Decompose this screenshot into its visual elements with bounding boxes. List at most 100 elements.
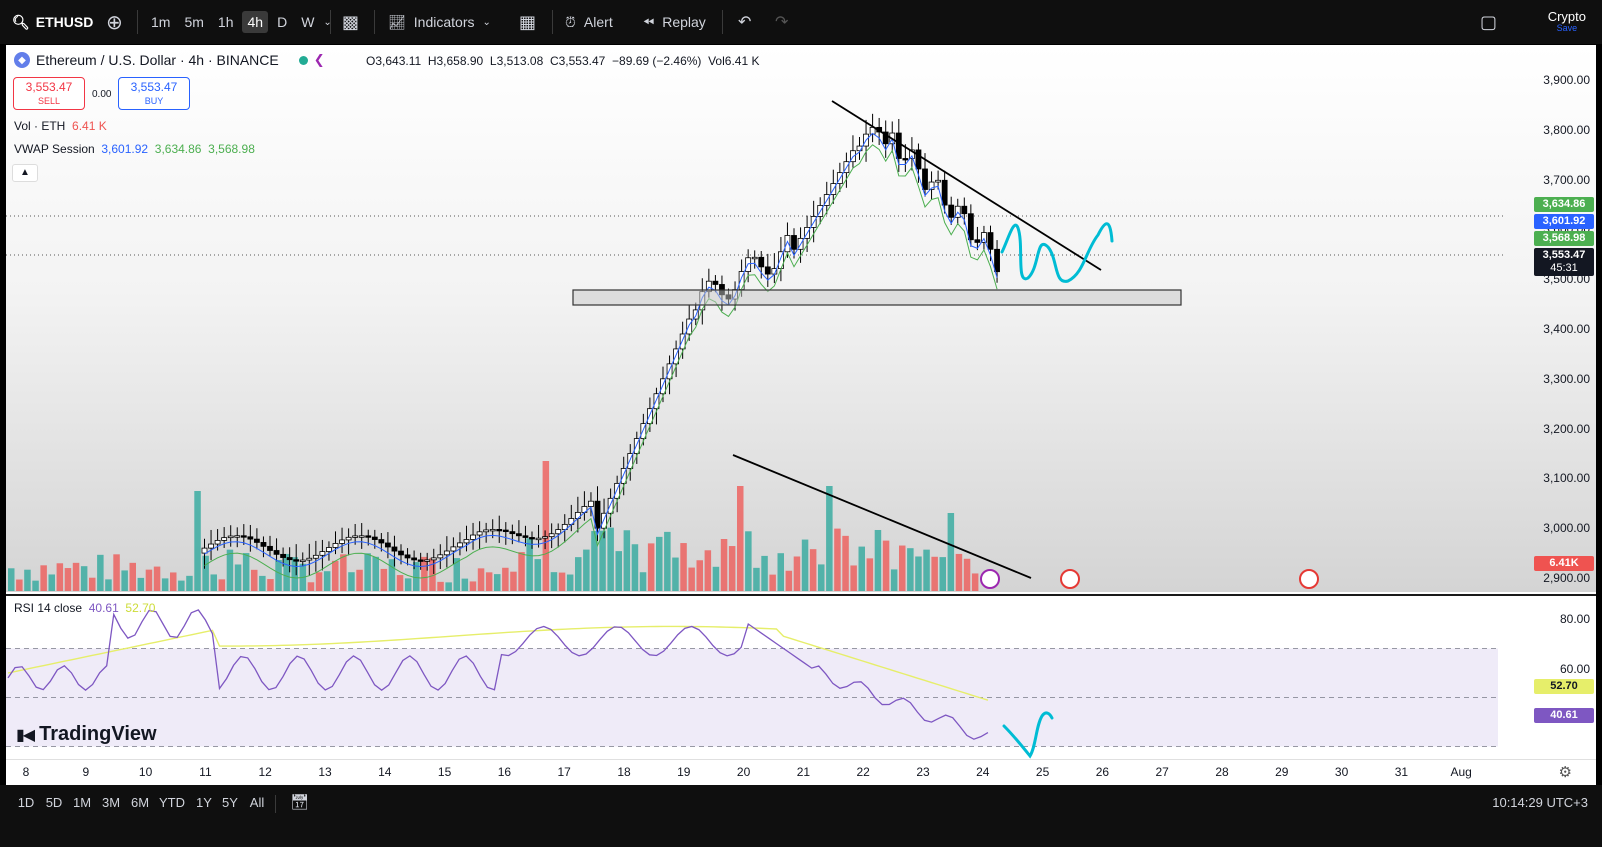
volume-bar xyxy=(575,557,582,591)
volume-bar xyxy=(542,461,550,591)
range-button-1y[interactable]: 1Y xyxy=(196,795,212,810)
time-axis-label: 31 xyxy=(1394,765,1409,779)
volume-bar xyxy=(210,574,217,591)
volume-bar xyxy=(696,560,703,591)
candle-type-icon[interactable]: ▩ xyxy=(342,0,359,44)
bottom-toolbar: 1D 5D 1M 3M 6M YTD 1Y 5Y All 📅︎ 10:14:29 UTC+3 xyxy=(0,785,1602,847)
candle-body xyxy=(987,232,994,250)
volume-bar xyxy=(291,557,298,591)
rsi-pane[interactable]: RSI 14 close 40.61 52.70 80.00 60.00 52.… xyxy=(6,594,1596,759)
interval-d[interactable]: D xyxy=(272,11,292,33)
volume-bar xyxy=(826,486,833,591)
range-button-ytd[interactable]: YTD xyxy=(159,795,185,810)
layout-name-button[interactable]: Crypto Save xyxy=(1548,0,1586,44)
range-button-5d[interactable]: 5D xyxy=(46,795,63,810)
volume-indicator-value: 6.41 K xyxy=(72,119,107,133)
candle-body xyxy=(398,550,404,556)
replay-button[interactable]: ⏪︎ Replay xyxy=(643,0,706,44)
volume-bar xyxy=(72,562,80,591)
price-pane[interactable]: ◆ Ethereum / U.S. Dollar · 4h · BINANCE … xyxy=(6,45,1596,592)
candle-body xyxy=(411,557,418,561)
buy-button[interactable]: 3,553.47 BUY xyxy=(118,77,190,110)
time-axis-label: 15 xyxy=(437,765,452,779)
volume-bar xyxy=(672,557,679,591)
range-button-1m[interactable]: 1M xyxy=(73,795,91,810)
projection-drawing xyxy=(1000,222,1114,283)
candle-body xyxy=(378,539,385,544)
save-label: Save xyxy=(1556,23,1578,34)
volume-bar xyxy=(445,582,452,591)
candle-body xyxy=(273,550,280,555)
interval-1h[interactable]: 1h xyxy=(213,11,239,33)
redo-icon[interactable]: ↷ xyxy=(775,0,788,44)
candle-body xyxy=(535,537,542,541)
volume-bar xyxy=(364,553,371,591)
volume-bar xyxy=(907,548,914,591)
volume-bar xyxy=(793,556,801,591)
volume-bar xyxy=(518,552,525,591)
volume-bar xyxy=(226,549,234,591)
volume-bar xyxy=(882,540,890,591)
time-axis-label: 14 xyxy=(378,765,392,779)
volume-bar xyxy=(510,571,517,591)
event-marker-icon xyxy=(1299,569,1319,589)
range-button-3m[interactable]: 3M xyxy=(102,795,120,810)
settings-gear-icon[interactable]: ⚙ xyxy=(1559,763,1572,781)
vwap-legend[interactable]: VWAP Session 3,601.92 3,634.86 3,568.98 xyxy=(14,142,255,156)
tradingview-logo-icon: ▮◀ xyxy=(16,726,35,744)
candle-body xyxy=(424,559,431,562)
range-button-all[interactable]: All xyxy=(250,795,264,810)
time-axis-label: 27 xyxy=(1155,765,1169,779)
calendar-icon[interactable]: 📅︎ xyxy=(290,793,309,811)
interval-5m[interactable]: 5m xyxy=(179,11,208,33)
alert-button[interactable]: ⏰︎ Alert xyxy=(565,0,613,44)
interval-w[interactable]: W xyxy=(296,11,319,33)
rsi-legend[interactable]: RSI 14 close 40.61 52.70 xyxy=(14,601,155,615)
interval-4h[interactable]: 4h xyxy=(242,11,269,33)
candle-body xyxy=(751,256,758,260)
volume-bar xyxy=(737,486,744,591)
time-axis[interactable]: 8 9 10 11 12 13 14 15 16 17 18 19 20 21 22 23 24 25 26 27 28… xyxy=(6,759,1596,785)
time-axis-label: 29 xyxy=(1275,765,1289,779)
ethereum-logo-icon: ◆ xyxy=(14,52,30,68)
candle-body xyxy=(758,256,765,268)
symbol-search[interactable]: 🔍︎ ETHUSD xyxy=(12,0,93,44)
candle-body xyxy=(791,235,797,250)
market-open-icon xyxy=(298,55,308,65)
volume-bar xyxy=(583,549,590,591)
volume-bar xyxy=(566,574,574,591)
close-value: C3,553.47 xyxy=(549,54,606,68)
volume-bar xyxy=(186,575,193,591)
interval-1m[interactable]: 1m xyxy=(146,11,175,33)
volume-bar xyxy=(242,553,250,591)
volume-bar xyxy=(631,544,639,591)
price-axis-label: 3,000.00 xyxy=(1543,521,1590,536)
volume-bar xyxy=(356,569,363,591)
collapse-legend-icon[interactable]: ▲ xyxy=(12,164,38,182)
candle-body xyxy=(267,545,273,551)
price-chart-canvas[interactable] xyxy=(6,45,1596,592)
vwap-line xyxy=(204,132,998,568)
compare-add-icon[interactable]: ⊕ xyxy=(106,0,123,44)
share-icon[interactable]: ❮ xyxy=(314,52,325,68)
volume-bar xyxy=(801,539,809,591)
volume-legend[interactable]: Vol · ETH 6.41 K xyxy=(14,119,107,133)
range-button-5y[interactable]: 5Y xyxy=(222,795,238,810)
fullscreen-icon[interactable]: ▢ xyxy=(1480,0,1497,44)
layout-grid-icon[interactable]: ▦ xyxy=(519,0,536,44)
volume-bar xyxy=(170,572,177,591)
tradingview-logo[interactable]: ▮◀ TradingView xyxy=(16,723,157,746)
volume-bar xyxy=(332,560,339,591)
rsi-tag: 40.61 xyxy=(1534,708,1594,723)
volume-bar xyxy=(461,578,469,591)
support-zone-rectangle xyxy=(572,289,1182,306)
range-button-6m[interactable]: 6M xyxy=(131,795,149,810)
indicators-icon: 📈︎ xyxy=(388,13,406,30)
candle-body xyxy=(948,204,955,218)
range-button-1d[interactable]: 1D xyxy=(18,795,35,810)
indicators-button[interactable]: 📈︎ Indicators ⌄ xyxy=(388,0,491,44)
sell-button[interactable]: 3,553.47 SELL xyxy=(13,77,85,110)
tradingview-wordmark: TradingView xyxy=(39,723,157,745)
undo-icon[interactable]: ↶ xyxy=(738,0,751,44)
rsi-chart-canvas[interactable] xyxy=(6,596,1596,759)
